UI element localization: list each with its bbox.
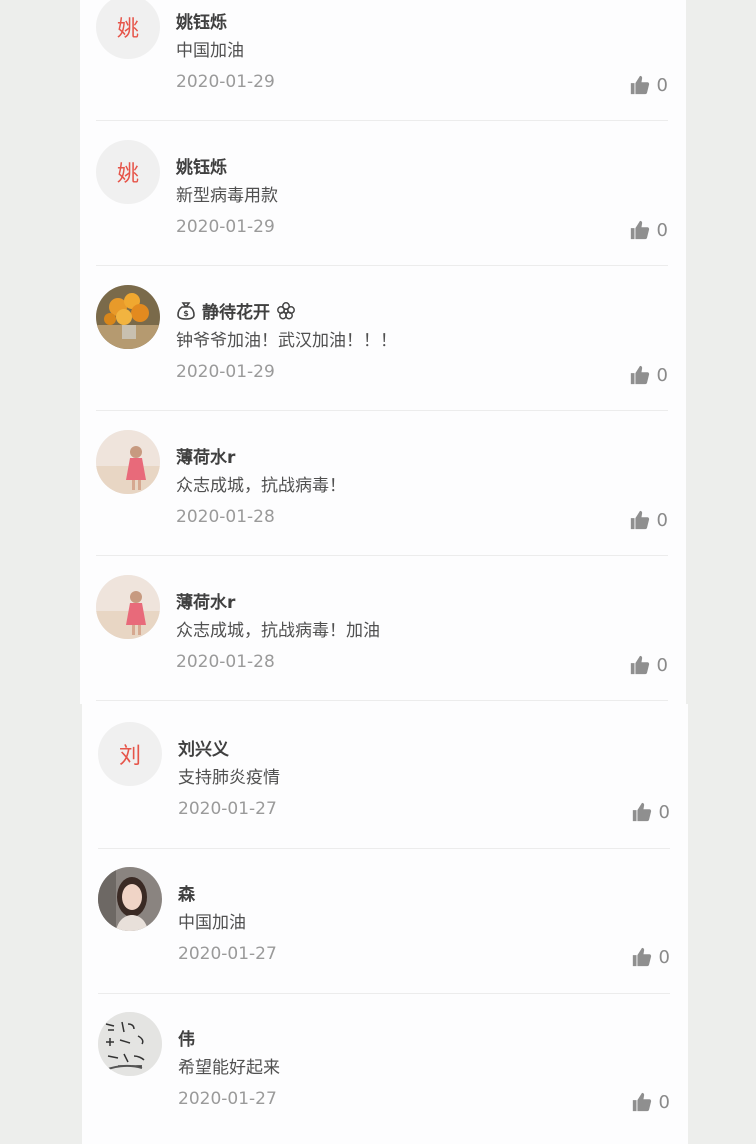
author-name: 姚钰烁 — [176, 13, 227, 33]
comment-author[interactable]: 薄荷水r — [176, 588, 235, 613]
comment-text: 中国加油 — [176, 41, 244, 61]
like-button[interactable]: 0 — [629, 219, 668, 241]
like-button[interactable]: 0 — [629, 654, 668, 676]
comment-author[interactable]: 姚钰烁 — [176, 8, 227, 33]
thumbs-up-icon — [629, 74, 651, 96]
comment-date: 2020-01-27 — [178, 799, 277, 819]
comment-text: 众志成城，抗战病毒！ — [176, 476, 346, 496]
author-name: 森 — [178, 885, 195, 905]
thumbs-up-icon — [629, 509, 651, 531]
comment-author[interactable]: 森 — [178, 880, 195, 905]
like-count: 0 — [656, 364, 668, 386]
avatar[interactable] — [96, 575, 160, 639]
like-button[interactable]: 0 — [629, 74, 668, 96]
calligraphy-photo-icon — [98, 1012, 162, 1076]
svg-text:$: $ — [183, 309, 189, 318]
avatar[interactable] — [98, 1012, 162, 1076]
girl-photo-icon — [98, 867, 162, 931]
thumbs-up-icon — [629, 654, 651, 676]
author-name: 伟 — [178, 1030, 195, 1050]
avatar[interactable] — [96, 430, 160, 494]
avatar[interactable] — [98, 867, 162, 931]
comment-item: 薄荷水r 众志成城，抗战病毒！加油 2020-01-28 0 — [96, 556, 668, 704]
money-bag-icon: $ — [176, 301, 196, 321]
comment-panel-bottom: 刘 刘兴义 支持肺炎疫情 2020-01-27 0 森 中国加油 2020-01… — [82, 704, 688, 1144]
comment-item: 姚 姚钰烁 新型病毒用款 2020-01-29 0 — [96, 121, 668, 266]
child-photo-icon — [96, 430, 160, 494]
comment-date: 2020-01-29 — [176, 72, 275, 92]
like-button[interactable]: 0 — [631, 1091, 670, 1113]
like-count: 0 — [658, 801, 670, 823]
like-count: 0 — [658, 1091, 670, 1113]
author-name: 薄荷水r — [176, 448, 236, 468]
comment-text: 希望能好起来 — [178, 1058, 280, 1078]
like-button[interactable]: 0 — [629, 509, 668, 531]
author-name: 静待花开 — [202, 303, 270, 323]
comment-item: 森 中国加油 2020-01-27 0 — [98, 849, 670, 994]
comment-item: 刘 刘兴义 支持肺炎疫情 2020-01-27 0 — [98, 704, 670, 849]
comment-author[interactable]: $ 静待花开 — [176, 298, 296, 323]
comment-item: 伟 希望能好起来 2020-01-27 0 — [98, 994, 670, 1144]
comment-text: 众志成城，抗战病毒！加油 — [176, 621, 380, 641]
avatar[interactable]: 姚 — [96, 0, 160, 59]
comment-author[interactable]: 薄荷水r — [176, 443, 235, 468]
comment-text: 中国加油 — [178, 913, 246, 933]
thumbs-up-icon — [629, 219, 651, 241]
comment-author[interactable]: 刘兴义 — [178, 735, 229, 760]
thumbs-up-icon — [631, 1091, 653, 1113]
divider — [96, 700, 668, 701]
comment-date: 2020-01-29 — [176, 362, 275, 382]
avatar[interactable]: 姚 — [96, 140, 160, 204]
flower-icon — [276, 301, 296, 321]
comment-date: 2020-01-28 — [176, 507, 275, 527]
like-count: 0 — [656, 219, 668, 241]
avatar[interactable] — [96, 285, 160, 349]
like-button[interactable]: 0 — [631, 946, 670, 968]
comment-text: 钟爷爷加油！武汉加油！！！ — [176, 331, 397, 351]
thumbs-up-icon — [631, 946, 653, 968]
flower-photo-icon — [96, 285, 160, 349]
comment-author[interactable]: 伟 — [178, 1025, 195, 1050]
avatar[interactable]: 刘 — [98, 722, 162, 786]
comment-text: 新型病毒用款 — [176, 186, 278, 206]
like-button[interactable]: 0 — [631, 801, 670, 823]
child-photo-icon — [96, 575, 160, 639]
comment-item: 姚 姚钰烁 中国加油 2020-01-29 0 — [96, 0, 668, 121]
like-count: 0 — [656, 509, 668, 531]
author-name: 薄荷水r — [176, 593, 236, 613]
author-name: 刘兴义 — [178, 740, 229, 760]
like-button[interactable]: 0 — [629, 364, 668, 386]
comment-item: $ 静待花开 钟爷爷加油！武汉加油！！！ 2020-01-29 0 — [96, 266, 668, 411]
like-count: 0 — [656, 654, 668, 676]
comment-date: 2020-01-27 — [178, 1089, 277, 1109]
thumbs-up-icon — [631, 801, 653, 823]
like-count: 0 — [656, 74, 668, 96]
comment-panel-top: 姚 姚钰烁 中国加油 2020-01-29 0 姚 姚钰烁 新型病毒用款 202… — [80, 0, 686, 704]
comment-date: 2020-01-29 — [176, 217, 275, 237]
comment-date: 2020-01-27 — [178, 944, 277, 964]
author-name: 姚钰烁 — [176, 158, 227, 178]
thumbs-up-icon — [629, 364, 651, 386]
comment-text: 支持肺炎疫情 — [178, 768, 280, 788]
like-count: 0 — [658, 946, 670, 968]
comment-author[interactable]: 姚钰烁 — [176, 153, 227, 178]
comment-item: 薄荷水r 众志成城，抗战病毒！ 2020-01-28 0 — [96, 411, 668, 556]
comment-date: 2020-01-28 — [176, 652, 275, 672]
